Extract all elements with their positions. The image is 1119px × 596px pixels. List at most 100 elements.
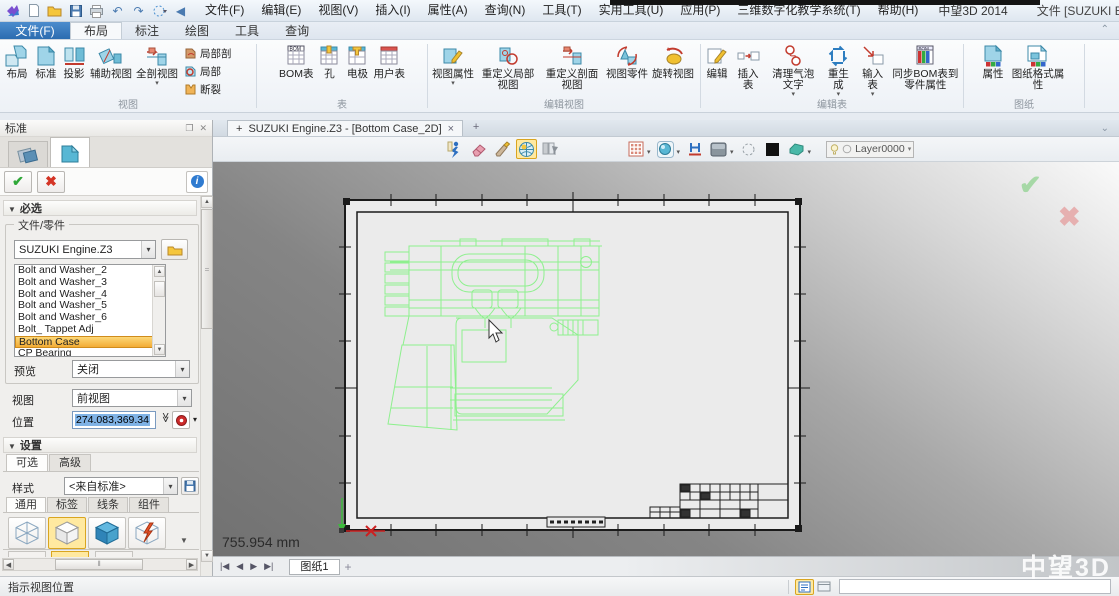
display-shaded-button[interactable]	[88, 517, 126, 549]
ribbon-tab-drawing[interactable]: 绘图	[172, 22, 222, 39]
show-all-views-icon[interactable]	[516, 139, 537, 159]
blank-brush-icon[interactable]	[492, 139, 513, 159]
scroll-down-icon[interactable]: ▼	[154, 344, 165, 355]
dropdown-arrow-icon[interactable]: ▾	[837, 91, 841, 98]
ribbon-button-projection-view[interactable]: 投影	[60, 42, 88, 99]
tab-component[interactable]: 组件	[129, 497, 169, 512]
display-wireframe-button[interactable]	[8, 517, 46, 549]
point-pick-button[interactable]	[172, 411, 190, 429]
ribbon-button-auxiliary-view[interactable]: 辅助视图	[88, 42, 134, 99]
face-color-icon[interactable]	[786, 139, 807, 159]
ribbon-button-full-section-view[interactable]: 全剖视图 ▾	[134, 42, 180, 99]
floating-cancel-mark[interactable]: ✖	[1058, 202, 1081, 233]
ok-button[interactable]: ✔	[4, 171, 32, 193]
ribbon-tab-layout[interactable]: 布局	[70, 22, 122, 39]
ribbon-button-clean-balloon-text[interactable]: 清理气泡文字 ▾	[765, 42, 821, 99]
ribbon-button-standard-view[interactable]: 标准	[32, 42, 60, 99]
dropdown-arrow-icon[interactable]: ▾	[808, 148, 812, 156]
print-icon[interactable]	[88, 2, 105, 19]
ribbon-button-layout[interactable]: 布局	[2, 42, 32, 99]
ribbon-button-electrode-table[interactable]: 电极	[343, 42, 371, 99]
ribbon-tab-inquire[interactable]: 查询	[272, 22, 322, 39]
ribbon-button-local-section[interactable]: 局部剖	[184, 46, 232, 61]
sheet-tab[interactable]: 图纸1	[289, 559, 339, 575]
expand-chevrons-icon[interactable]: ≫	[160, 412, 171, 422]
panel-tab-standard[interactable]	[50, 137, 90, 167]
ribbon-button-bom-table[interactable]: BOM BOM表	[277, 42, 315, 99]
dropdown-arrow-icon[interactable]: ▾	[730, 148, 734, 156]
selection-filter-icon[interactable]	[151, 2, 168, 19]
first-sheet-icon[interactable]: |◀	[218, 561, 231, 572]
dropdown-arrow-icon[interactable]: ▾	[155, 80, 159, 87]
scroll-up-icon[interactable]: ▲	[201, 196, 213, 208]
tab-label[interactable]: 标签	[47, 497, 87, 512]
ribbon-button-regenerate[interactable]: 重生成 ▾	[821, 42, 855, 99]
ribbon-button-attributes[interactable]: 属性	[979, 42, 1007, 99]
ribbon-button-hole-table[interactable]: 孔	[315, 42, 343, 99]
open-file-icon[interactable]	[46, 2, 63, 19]
shaded-background-icon[interactable]	[708, 139, 729, 159]
next-sheet-icon[interactable]: ▶	[248, 561, 259, 572]
scrollbar-thumb[interactable]	[154, 281, 165, 297]
menu-inquire[interactable]: 查询(N)	[478, 0, 533, 21]
preview-combo[interactable]: 关闭 ▾	[72, 360, 190, 378]
list-scrollbar[interactable]: ▲ ▼	[152, 265, 165, 356]
combo-dropdown-icon[interactable]: ▾	[163, 478, 177, 494]
position-input[interactable]: 274.083,369.34	[72, 411, 156, 429]
info-button[interactable]: i	[186, 171, 208, 193]
combo-dropdown-icon[interactable]: ▾	[141, 241, 155, 258]
last-sheet-icon[interactable]: ▶|	[262, 561, 275, 572]
ribbon-button-redefine-detail-view[interactable]: 重定义局部视图	[476, 42, 540, 99]
scroll-down-icon[interactable]: ▼	[201, 550, 213, 562]
dropdown-arrow-icon[interactable]: ▾	[451, 80, 455, 87]
save-style-button[interactable]	[181, 477, 199, 495]
display-hidden-line-button[interactable]	[48, 517, 86, 549]
list-item-selected[interactable]: Bottom Case	[15, 336, 165, 348]
floating-ok-mark[interactable]: ✔	[1019, 170, 1042, 201]
ribbon-button-edit[interactable]: 编辑	[703, 42, 731, 99]
tab-advanced[interactable]: 高级	[49, 454, 91, 471]
dropdown-arrow-icon[interactable]: ▾	[677, 148, 681, 156]
vscrollbar-thumb[interactable]: =	[201, 209, 213, 329]
pick-dropdown-icon[interactable]: ▾	[193, 415, 197, 424]
file-combo[interactable]: SUZUKI Engine.Z3 ▾	[14, 240, 156, 259]
panel-restore-icon[interactable]: ❐	[185, 123, 193, 134]
combo-dropdown-icon[interactable]: ▾	[175, 361, 189, 377]
section-required[interactable]: ▼必选	[3, 200, 197, 216]
menu-view[interactable]: 视图(V)	[311, 0, 365, 21]
selection-set-icon[interactable]	[738, 139, 759, 159]
dropdown-arrow-icon[interactable]: ▾	[791, 91, 795, 98]
app-logo-icon[interactable]	[4, 2, 21, 19]
ribbon-button-rotate-view[interactable]: 旋转视图	[650, 42, 696, 99]
view-combo[interactable]: 前视图 ▾	[72, 389, 192, 407]
ribbon-button-view-attributes[interactable]: 视图属性 ▾	[430, 42, 476, 99]
new-file-icon[interactable]	[25, 2, 42, 19]
grid-toggle-icon[interactable]	[625, 139, 646, 159]
scroll-right-icon[interactable]: ▶	[186, 559, 197, 570]
redo-icon[interactable]: ↷	[130, 2, 147, 19]
scroll-up-icon[interactable]: ▲	[154, 266, 165, 277]
save-icon[interactable]	[67, 2, 84, 19]
document-tab[interactable]: + SUZUKI Engine.Z3 - [Bottom Case_2D] ×	[227, 120, 463, 136]
render-mode-icon[interactable]	[655, 139, 676, 159]
layer-combo[interactable]: Layer0000 ▾	[826, 141, 914, 158]
cancel-button[interactable]: ✖	[37, 171, 65, 193]
more-options-icon[interactable]: ▼	[180, 536, 188, 545]
tab-general[interactable]: 通用	[6, 497, 46, 512]
scroll-left-icon[interactable]: ◀	[3, 559, 14, 570]
undo-icon[interactable]: ↶	[109, 2, 126, 19]
prev-sheet-icon[interactable]: ◀	[234, 561, 245, 572]
ribbon-button-broken-view[interactable]: 断裂	[184, 82, 232, 97]
ribbon-button-sync-bom[interactable]: BOM 同步BOM表到零件属性	[890, 42, 961, 99]
display-quick-button[interactable]	[128, 517, 166, 549]
part-listbox[interactable]: Bolt and Washer_2 Bolt and Washer_3 Bolt…	[14, 264, 166, 357]
menu-insert[interactable]: 插入(I)	[368, 0, 417, 21]
menu-tools[interactable]: 工具(T)	[535, 0, 588, 21]
ribbon-tab-tools[interactable]: 工具	[222, 22, 272, 39]
tab-pin-icon[interactable]: +	[236, 123, 242, 135]
tab-lines[interactable]: 线条	[88, 497, 128, 512]
list-item[interactable]: Bolt_ Tappet Adj	[15, 324, 165, 336]
back-icon[interactable]: ◀	[172, 2, 189, 19]
ribbon-button-user-table[interactable]: 用户表	[371, 42, 407, 99]
menu-attributes[interactable]: 属性(A)	[421, 0, 475, 21]
